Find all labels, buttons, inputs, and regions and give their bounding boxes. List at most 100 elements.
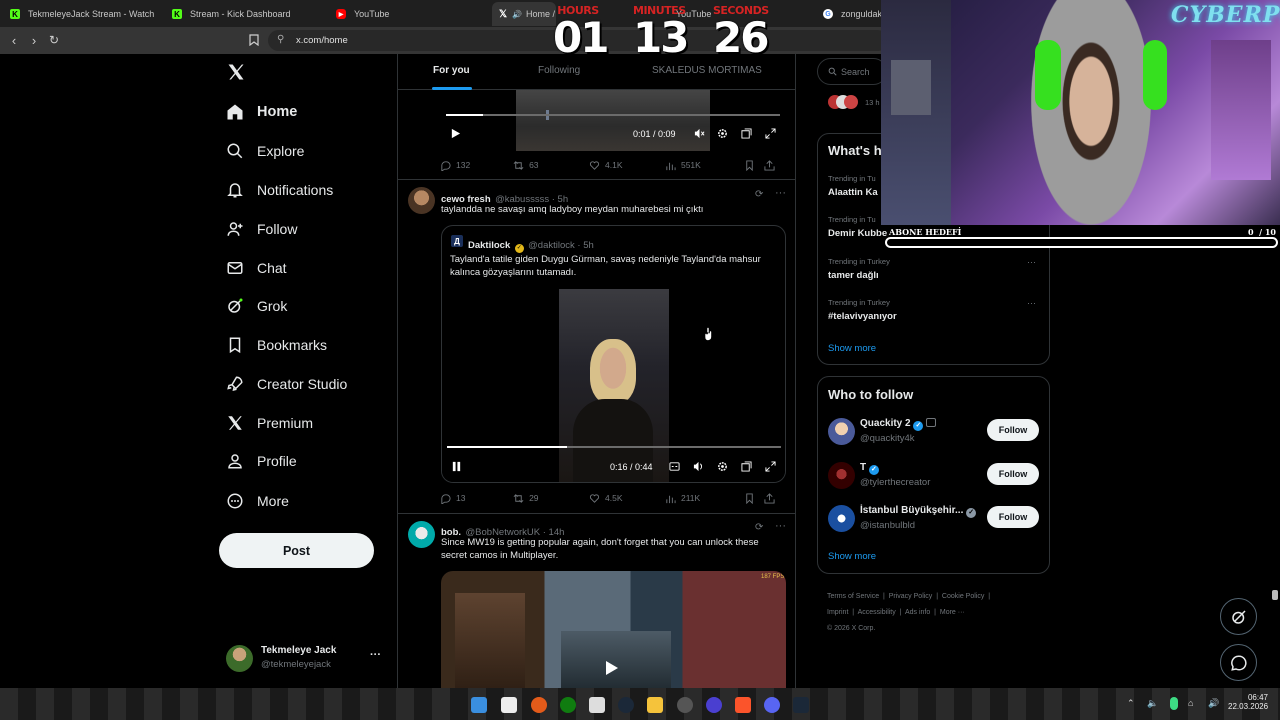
browser-tab-kick-stream[interactable]: K TekmeleyeJack Stream - Watch Live xyxy=(4,2,156,26)
browser-tab-x-home[interactable]: 𝕏 🔊 Home / X xyxy=(492,2,556,26)
site-info-icon[interactable]: ⚲ xyxy=(277,34,284,45)
video-progress-track[interactable] xyxy=(447,446,781,448)
back-icon[interactable]: ‹ xyxy=(6,32,22,48)
grok-icon[interactable]: ⟳ xyxy=(755,522,763,533)
follow-suggestion[interactable]: T ✓ @tylerthecreator xyxy=(860,462,930,488)
settings-icon[interactable] xyxy=(717,128,728,139)
widgets-icon[interactable] xyxy=(501,697,517,713)
reload-icon[interactable]: ↻ xyxy=(46,32,62,48)
discord-icon[interactable] xyxy=(764,697,780,713)
nav-explore[interactable]: Explore xyxy=(226,136,304,166)
settings-icon[interactable] xyxy=(717,461,728,472)
footer-link[interactable]: Terms of Service xyxy=(827,593,879,600)
file-explorer-icon[interactable] xyxy=(647,697,663,713)
follow-suggestion[interactable]: Quackity 2 ✓ @quackity4k xyxy=(860,418,937,444)
steam-icon[interactable] xyxy=(793,697,809,713)
nav-more[interactable]: More xyxy=(226,486,289,516)
nav-chat[interactable]: Chat xyxy=(226,253,287,283)
tray-chevron-icon[interactable]: ⌃ xyxy=(1127,698,1135,709)
share-button[interactable] xyxy=(764,159,780,171)
scrollbar-thumb[interactable] xyxy=(1272,590,1278,600)
avatar[interactable] xyxy=(828,505,855,532)
views-button[interactable]: 551K xyxy=(665,160,744,171)
more-icon[interactable]: ··· xyxy=(775,187,786,199)
pip-icon[interactable] xyxy=(741,461,752,472)
start-icon[interactable] xyxy=(471,697,487,713)
show-more-link[interactable]: Show more xyxy=(828,551,876,562)
volume-icon[interactable]: 🔈 xyxy=(1147,698,1158,709)
avatar[interactable] xyxy=(828,418,855,445)
views-button[interactable]: 211K xyxy=(665,493,744,504)
app-icon[interactable] xyxy=(677,697,693,713)
browser-tab-kick-dashboard[interactable]: K Stream - Kick Dashboard xyxy=(166,2,326,26)
trend-item[interactable]: Trending in Turkey tamer dağlı xyxy=(828,257,890,281)
follow-button[interactable]: Follow xyxy=(987,463,1039,485)
search-input[interactable]: Search xyxy=(817,58,887,85)
bookmark-page-icon[interactable] xyxy=(246,32,262,48)
footer-link[interactable]: Privacy Policy xyxy=(889,593,933,600)
nav-grok[interactable]: Grok xyxy=(226,291,287,321)
nav-notifications[interactable]: Notifications xyxy=(226,175,333,205)
bookmark-button[interactable] xyxy=(744,492,764,504)
nav-bookmarks[interactable]: Bookmarks xyxy=(226,330,327,360)
trend-item[interactable]: Trending in Turkey #telavivyanıyor xyxy=(828,298,897,322)
trend-item[interactable]: Trending in Tu Alaattin Ka xyxy=(828,174,878,198)
forward-icon[interactable]: › xyxy=(26,32,42,48)
more-icon[interactable]: ··· xyxy=(1027,298,1036,308)
clock[interactable]: 06:47 22.03.2026 xyxy=(1228,693,1268,711)
browser-tab-youtube[interactable]: ▶ YouTube xyxy=(330,2,490,26)
steam-icon[interactable] xyxy=(618,697,634,713)
more-icon[interactable]: ··· xyxy=(775,520,786,532)
nav-premium[interactable]: Premium xyxy=(226,408,313,438)
pause-icon[interactable] xyxy=(451,461,462,472)
show-more-link[interactable]: Show more xyxy=(828,343,876,354)
footer-link[interactable]: Cookie Policy xyxy=(942,593,984,600)
share-button[interactable] xyxy=(764,492,780,504)
video-progress-track[interactable] xyxy=(446,114,780,116)
grok-icon[interactable]: ⟳ xyxy=(755,189,763,200)
like-button[interactable]: 4.1K xyxy=(589,160,665,171)
browser-tab-google[interactable]: G zonguldak k xyxy=(817,2,881,26)
x-logo-icon[interactable] xyxy=(226,62,246,82)
captions-icon[interactable] xyxy=(669,461,680,472)
pip-icon[interactable] xyxy=(741,128,752,139)
fullscreen-icon[interactable] xyxy=(765,128,776,139)
grok-fab[interactable] xyxy=(1220,598,1257,635)
nav-home[interactable]: Home xyxy=(226,97,297,127)
network-icon[interactable]: ⌂ xyxy=(1188,698,1193,708)
avatar[interactable] xyxy=(408,521,435,548)
footer-link[interactable]: Ads info xyxy=(905,609,930,616)
avatar[interactable] xyxy=(828,462,855,489)
fullscreen-icon[interactable] xyxy=(765,461,776,472)
video-player[interactable]: 0:16 / 0:44 xyxy=(442,289,785,482)
play-icon[interactable] xyxy=(450,128,461,139)
volume-icon[interactable] xyxy=(693,461,704,472)
footer-link[interactable]: Accessibility xyxy=(858,609,896,616)
messages-fab[interactable] xyxy=(1220,644,1257,681)
reply-button[interactable]: 13 xyxy=(440,493,513,504)
xbox-icon[interactable] xyxy=(560,697,576,713)
repost-button[interactable]: 63 xyxy=(513,160,589,171)
microphone-icon[interactable] xyxy=(1170,697,1178,710)
like-button[interactable]: 4.5K xyxy=(589,493,665,504)
follow-suggestion[interactable]: İstanbul Büyükşehir... ✓ @istanbulbld xyxy=(860,505,977,531)
trend-item[interactable]: Trending in Tu Demir Kubbe xyxy=(828,215,887,239)
repost-button[interactable]: 29 xyxy=(513,493,589,504)
follow-button[interactable]: Follow xyxy=(987,506,1039,528)
mute-icon[interactable] xyxy=(694,128,705,139)
bookmark-button[interactable] xyxy=(744,159,764,171)
footer-link[interactable]: More ··· xyxy=(940,609,965,616)
avatar[interactable] xyxy=(408,187,435,214)
nav-follow[interactable]: Follow xyxy=(226,214,297,244)
video-thumbnail[interactable]: 187 FPS xyxy=(441,571,786,688)
brave-browser-icon[interactable] xyxy=(735,697,751,713)
footer-link[interactable]: Imprint xyxy=(827,609,848,616)
quote-tweet[interactable]: Д Daktilock ✓ @daktilock · 5h Tayland'a … xyxy=(441,225,786,483)
account-more-icon[interactable]: ··· xyxy=(370,649,381,661)
speaker-icon[interactable]: 🔊 xyxy=(1208,698,1219,709)
post-button[interactable]: Post xyxy=(219,533,374,568)
play-icon[interactable] xyxy=(605,660,619,676)
nav-creator-studio[interactable]: Creator Studio xyxy=(226,369,347,399)
trending-avatars[interactable]: 13 h xyxy=(828,95,888,111)
account-switcher[interactable]: Tekmeleye Jack @tekmeleyejack ··· xyxy=(226,644,386,674)
